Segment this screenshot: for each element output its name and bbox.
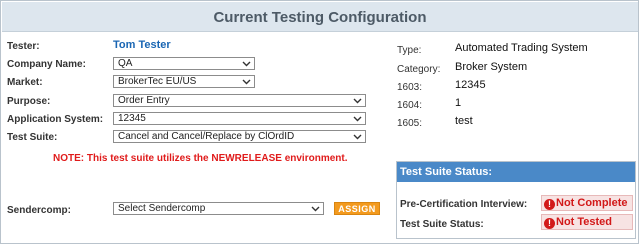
field-1603-label: 1603:: [397, 82, 423, 93]
chevron-down-icon: [242, 59, 251, 68]
category-value: Broker System: [455, 61, 528, 73]
company-select[interactable]: QA: [113, 57, 255, 70]
suite-select[interactable]: Cancel and Cancel/Replace by ClOrdID: [113, 130, 366, 143]
appsys-select-value: 12345: [118, 113, 146, 124]
tester-label: Tester:: [7, 41, 40, 52]
environment-note: NOTE: This test suite utilizes the NEWRE…: [53, 153, 348, 164]
sendercomp-select[interactable]: Select Sendercomp: [113, 202, 324, 215]
chevron-down-icon: [353, 114, 362, 123]
field-1604-label: 1604:: [397, 100, 423, 111]
purpose-label: Purpose:: [7, 96, 51, 107]
suite-status-label: Test Suite Status:: [400, 219, 484, 230]
market-select[interactable]: BrokerTec EU/US: [113, 75, 255, 88]
suite-select-value: Cancel and Cancel/Replace by ClOrdID: [118, 131, 295, 142]
panel-header: Current Testing Configuration: [2, 2, 638, 32]
field-1603-value: 12345: [455, 79, 486, 91]
sendercomp-label: Sendercomp:: [7, 205, 71, 216]
suite-status-badge: ! Not Tested: [541, 214, 633, 230]
type-value: Automated Trading System: [455, 42, 588, 54]
field-1605-value: test: [455, 115, 473, 127]
category-label: Category:: [397, 64, 441, 75]
type-label: Type:: [397, 45, 422, 56]
testing-config-panel: Current Testing Configuration Tester: To…: [0, 0, 639, 244]
company-select-value: QA: [118, 58, 133, 69]
chevron-down-icon: [353, 132, 362, 141]
purpose-select-value: Order Entry: [118, 95, 170, 106]
alert-icon: !: [544, 199, 555, 210]
status-header: Test Suite Status:: [397, 162, 635, 182]
precert-label: Pre-Certification Interview:: [400, 199, 528, 210]
chevron-down-icon: [353, 96, 362, 105]
suite-status-text: Not Tested: [556, 216, 613, 228]
suite-label: Test Suite:: [7, 132, 58, 143]
tester-value: Tom Tester: [113, 39, 171, 51]
assign-button[interactable]: ASSIGN: [334, 202, 380, 215]
market-label: Market:: [7, 77, 43, 88]
page-title: Current Testing Configuration: [213, 9, 427, 26]
appsys-label: Application System:: [7, 114, 104, 125]
purpose-select[interactable]: Order Entry: [113, 94, 366, 107]
chevron-down-icon: [242, 77, 251, 86]
sendercomp-select-value: Select Sendercomp: [118, 203, 206, 214]
alert-icon: !: [544, 218, 555, 229]
chevron-down-icon: [311, 204, 320, 213]
market-select-value: BrokerTec EU/US: [118, 76, 197, 87]
field-1605-label: 1605:: [397, 118, 423, 129]
field-1604-value: 1: [455, 97, 462, 109]
company-label: Company Name:: [7, 59, 86, 70]
precert-status-badge: ! Not Complete: [541, 195, 633, 211]
precert-status-text: Not Complete: [556, 197, 628, 209]
test-suite-status-box: Test Suite Status: Pre-Certification Int…: [396, 161, 636, 239]
appsys-select[interactable]: 12345: [113, 112, 366, 125]
